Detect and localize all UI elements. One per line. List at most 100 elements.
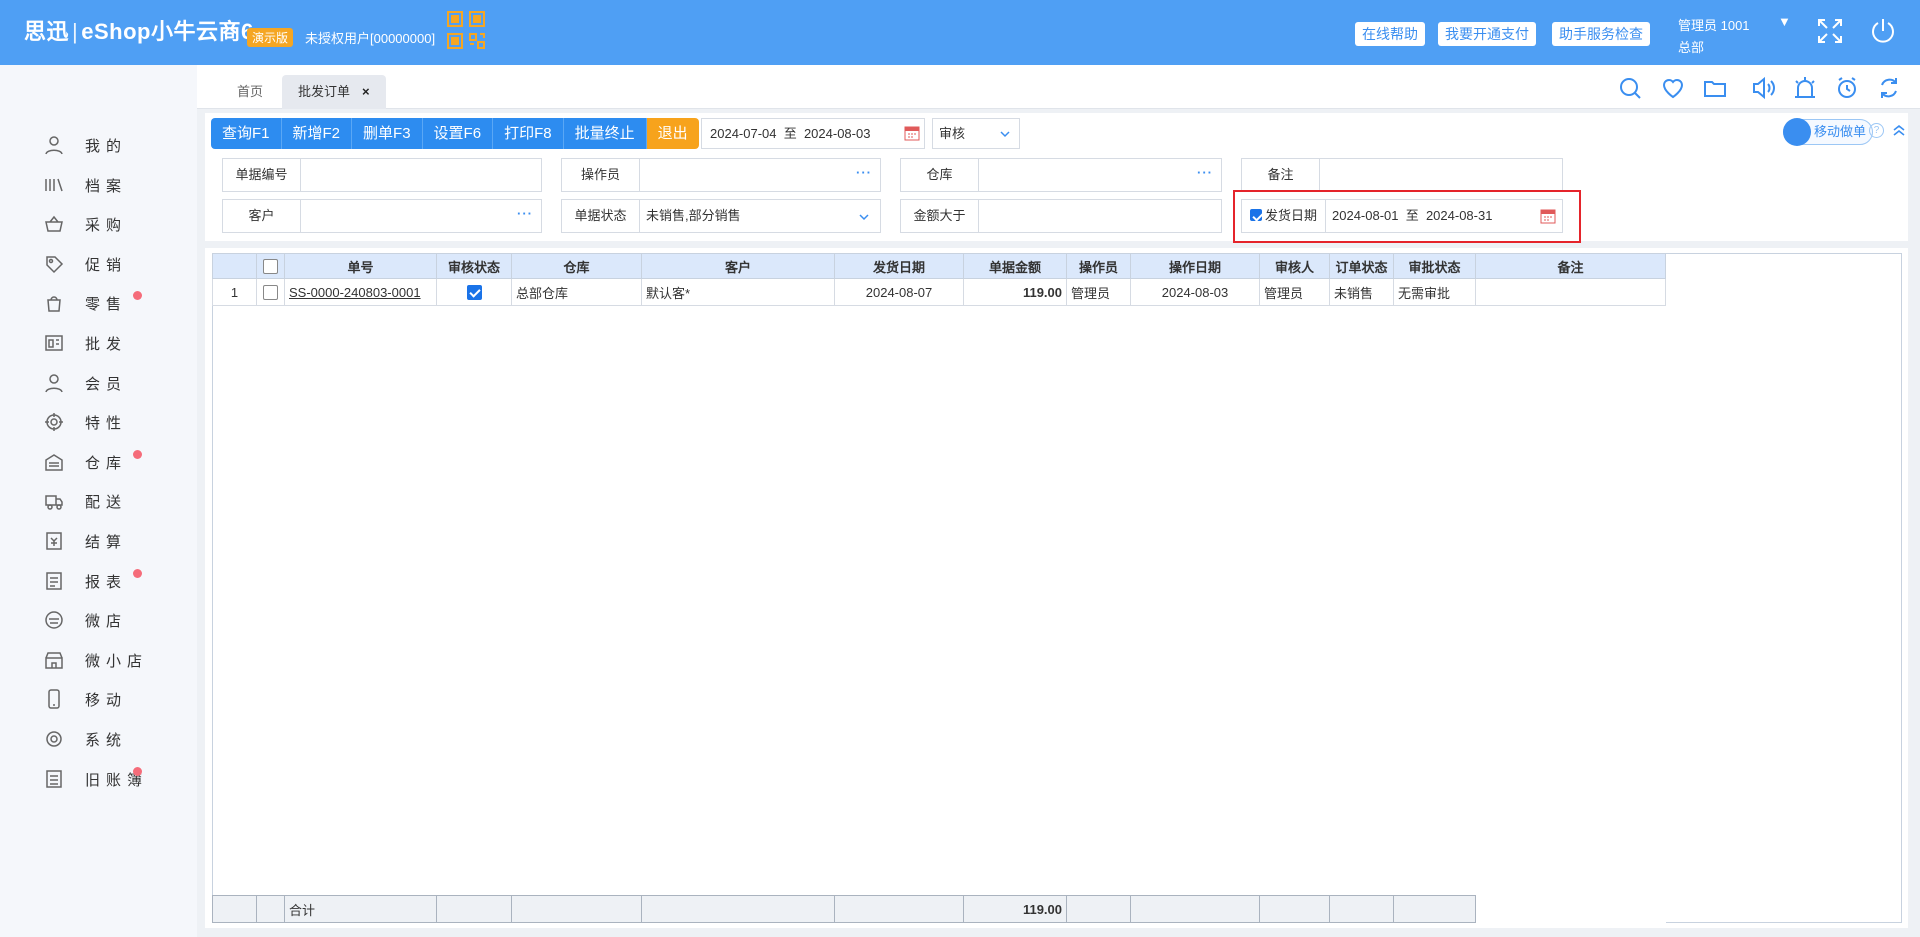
doc-no-input[interactable] [301, 159, 307, 191]
remark-field[interactable]: 备注 [1241, 158, 1563, 192]
doc-no-link[interactable]: SS-0000-240803-0001 [284, 278, 437, 306]
sidebar-item[interactable]: 特性 [0, 406, 197, 436]
delete-button[interactable]: 删单F3 [352, 118, 423, 149]
enable-payment-button[interactable]: 我要开通支付 [1438, 22, 1536, 46]
help-icon[interactable]: ? [1869, 123, 1884, 138]
amount-field[interactable]: 金额大于 [900, 199, 1222, 233]
clock-icon[interactable] [1834, 75, 1860, 101]
col-remark[interactable]: 备注 [1475, 253, 1666, 279]
more-icon[interactable]: ··· [1197, 159, 1213, 187]
sidebar: 我的档案采购促销零售批发会员特性仓库配送结算报表微店微小店移动系统旧账簿 [0, 65, 197, 937]
sidebar-item[interactable]: 零售 [0, 287, 197, 317]
date-range-input[interactable]: 2024-07-04 至 2024-08-03 [701, 118, 925, 149]
customer-label: 客户 [223, 200, 301, 232]
select-all-checkbox[interactable] [263, 259, 278, 275]
audited-checkbox [466, 285, 482, 301]
sidebar-item[interactable]: 我的 [0, 129, 197, 159]
speaker-icon[interactable] [1750, 75, 1776, 101]
sidebar-item-label: 移动 [85, 692, 128, 710]
sidebar-item[interactable]: 系统 [0, 723, 197, 753]
settle-icon [46, 532, 62, 550]
table-row[interactable]: 1 SS-0000-240803-0001 总部仓库 默认客* 2024-08-… [212, 278, 1666, 306]
doc-status-select[interactable]: 未销售,部分销售 [640, 200, 741, 232]
fullscreen-icon[interactable] [1815, 16, 1845, 46]
sidebar-item[interactable]: 移动 [0, 683, 197, 713]
amount-cell: 119.00 [963, 278, 1067, 306]
col-operator[interactable]: 操作员 [1066, 253, 1131, 279]
col-approval-status[interactable]: 审批状态 [1393, 253, 1476, 279]
col-select-all[interactable] [256, 253, 285, 279]
power-icon[interactable] [1868, 16, 1898, 46]
col-op-date[interactable]: 操作日期 [1130, 253, 1260, 279]
online-help-button[interactable]: 在线帮助 [1355, 22, 1425, 46]
sidebar-item[interactable]: 采购 [0, 208, 197, 238]
col-amount[interactable]: 单据金额 [963, 253, 1067, 279]
calendar-icon[interactable] [904, 125, 920, 141]
col-audit-status[interactable]: 审核状态 [436, 253, 512, 279]
sidebar-item[interactable]: 配送 [0, 485, 197, 515]
totals-cell [1130, 895, 1260, 923]
col-order-status[interactable]: 订单状态 [1329, 253, 1394, 279]
more-icon[interactable]: ··· [517, 200, 533, 228]
sidebar-item-label: 档案 [85, 177, 128, 195]
warehouse-cell: 总部仓库 [511, 278, 642, 306]
query-button[interactable]: 查询F1 [211, 118, 282, 149]
audit-status-select[interactable]: 审核 [932, 118, 1020, 149]
service-check-button[interactable]: 助手服务检查 [1552, 22, 1650, 46]
warehouse-field[interactable]: 仓库 ··· [900, 158, 1222, 192]
heart-icon[interactable] [1660, 75, 1686, 101]
tab-wholesale-order[interactable]: 批发订单 × [282, 75, 386, 109]
user-menu-caret[interactable]: ▼ [1778, 14, 1791, 29]
col-customer[interactable]: 客户 [641, 253, 835, 279]
tab-home[interactable]: 首页 [237, 75, 263, 109]
qr-code-icon[interactable] [446, 10, 486, 50]
basket-icon [45, 215, 63, 232]
amount-input[interactable] [979, 200, 985, 232]
chevron-down-icon[interactable] [858, 211, 870, 223]
doc-status-field[interactable]: 单据状态 未销售,部分销售 [561, 199, 881, 233]
row-checkbox[interactable] [263, 285, 278, 301]
search-icon[interactable] [1617, 75, 1643, 101]
col-ship-date[interactable]: 发货日期 [834, 253, 964, 279]
sidebar-item[interactable]: 仓库 [0, 446, 197, 476]
settings-button[interactable]: 设置F6 [422, 118, 494, 149]
refresh-icon[interactable] [1876, 75, 1902, 101]
sidebar-item[interactable]: 会员 [0, 367, 197, 397]
gear-icon [46, 731, 62, 747]
doc-no-link-text[interactable]: SS-0000-240803-0001 [289, 285, 421, 300]
sidebar-item[interactable]: 微小店 [0, 644, 197, 674]
operator-input[interactable] [640, 159, 646, 191]
sidebar-item[interactable]: 批发 [0, 327, 197, 357]
ship-date-cell: 2024-08-07 [834, 278, 964, 306]
print-button[interactable]: 打印F8 [493, 118, 564, 149]
add-button[interactable]: 新增F2 [281, 118, 353, 149]
remark-input[interactable] [1320, 159, 1326, 191]
col-auditor[interactable]: 审核人 [1259, 253, 1330, 279]
sidebar-item[interactable]: 促销 [0, 248, 197, 278]
sidebar-item[interactable]: 旧账簿 [0, 763, 197, 793]
close-icon[interactable]: × [362, 84, 370, 99]
order-table: 单号 审核状态 仓库 客户 发货日期 单据金额 操作员 操作日期 审核人 订单状… [212, 253, 1666, 306]
doc-no-label: 单据编号 [223, 159, 301, 191]
sidebar-item[interactable]: 微店 [0, 604, 197, 634]
folder-icon[interactable] [1702, 75, 1728, 101]
more-icon[interactable]: ··· [856, 159, 872, 187]
customer-input[interactable] [301, 200, 307, 232]
mobile-order-button[interactable]: 移动做单 [1783, 118, 1873, 146]
col-doc-no[interactable]: 单号 [284, 253, 437, 279]
alarm-light-icon[interactable] [1792, 75, 1818, 101]
exit-button[interactable]: 退出 [646, 118, 699, 149]
customer-field[interactable]: 客户 ··· [222, 199, 542, 233]
user-name[interactable]: 管理员 1001 [1678, 15, 1750, 34]
sidebar-item[interactable]: 报表 [0, 565, 197, 595]
totals-amount: 119.00 [963, 895, 1067, 923]
sidebar-item[interactable]: 结算 [0, 525, 197, 555]
sidebar-item[interactable]: 档案 [0, 169, 197, 199]
row-select[interactable] [256, 278, 285, 306]
batch-terminate-button[interactable]: 批量终止 [563, 118, 647, 149]
warehouse-input[interactable] [979, 159, 985, 191]
collapse-icon[interactable] [1892, 123, 1906, 137]
doc-no-field[interactable]: 单据编号 [222, 158, 542, 192]
col-warehouse[interactable]: 仓库 [511, 253, 642, 279]
operator-field[interactable]: 操作员 ··· [561, 158, 881, 192]
